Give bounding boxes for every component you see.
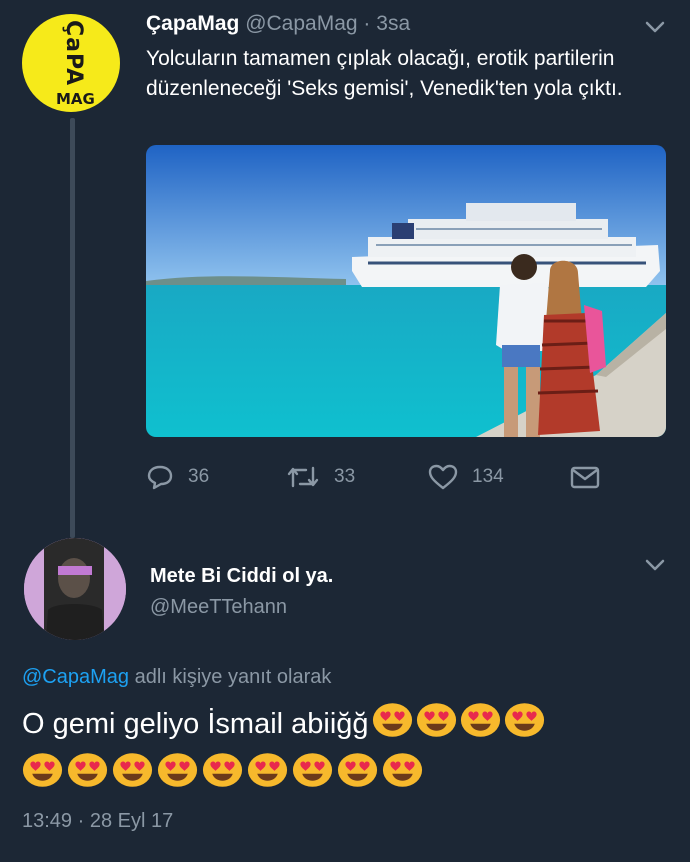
heart-eyes-emoji xyxy=(504,703,544,737)
heart-eyes-emoji xyxy=(372,703,412,737)
cruise-ship-photo xyxy=(146,145,666,437)
heart-eyes-emoji xyxy=(112,753,153,787)
reply-author-handle[interactable]: @MeeTTehann xyxy=(150,596,287,619)
avatar-logo-text: ÇaPA xyxy=(61,20,86,87)
tweet-media-image[interactable] xyxy=(146,145,666,437)
thread-connector-line xyxy=(70,118,75,538)
reply-icon xyxy=(147,465,173,490)
reply-text-content: O gemi geliyo İsmail abiiğğ xyxy=(22,707,369,740)
reply-timestamp[interactable]: 13:49 · 28 Eyl 17 xyxy=(22,810,173,833)
retweet-icon xyxy=(287,466,319,488)
inline-emoji-group xyxy=(369,702,545,746)
heart-eyes-emoji xyxy=(202,753,243,787)
heart-eyes-emoji xyxy=(247,753,288,787)
header-separator: · xyxy=(363,12,371,35)
chevron-down-icon[interactable] xyxy=(644,558,666,572)
like-action[interactable]: 134 xyxy=(428,462,504,492)
reply-count: 36 xyxy=(188,466,210,487)
tweet-header: ÇapaMag @CapaMag · 3sa xyxy=(146,12,410,36)
chevron-down-icon[interactable] xyxy=(644,20,666,34)
emoji-row xyxy=(22,752,423,788)
author-handle[interactable]: @CapaMag xyxy=(245,12,357,35)
heart-eyes-emoji xyxy=(292,753,333,787)
heart-eyes-emoji xyxy=(22,753,63,787)
avatar-photo xyxy=(24,538,126,640)
heart-eyes-emoji xyxy=(382,753,423,787)
reply-to-mention[interactable]: @CapaMag xyxy=(22,666,129,688)
heart-icon xyxy=(428,464,458,490)
heart-eyes-emoji xyxy=(67,753,108,787)
heart-eyes-emoji xyxy=(337,753,378,787)
replying-to: @CapaMag adlı kişiye yanıt olarak xyxy=(22,666,331,689)
direct-message-action[interactable] xyxy=(570,462,600,492)
tweet-text: Yolcuların tamamen çıplak olacağı, eroti… xyxy=(146,47,623,100)
capamag-avatar[interactable]: ÇaPA MAG xyxy=(22,14,120,112)
heart-eyes-emoji xyxy=(460,703,500,737)
retweet-action[interactable]: 33 xyxy=(286,462,355,492)
retweet-count: 33 xyxy=(334,466,356,487)
like-count: 134 xyxy=(472,466,504,487)
reply-author-avatar[interactable] xyxy=(24,538,126,640)
avatar-logo-subtext: MAG xyxy=(56,90,95,108)
author-name[interactable]: ÇapaMag xyxy=(146,12,239,35)
tweet-time[interactable]: 3sa xyxy=(376,12,410,35)
heart-eyes-emoji xyxy=(157,753,198,787)
reply-author-name[interactable]: Mete Bi Ciddi ol ya. xyxy=(150,565,333,588)
reply-text: O gemi geliyo İsmail abiiğğ xyxy=(22,702,545,746)
envelope-icon xyxy=(570,466,600,489)
reply-action[interactable]: 36 xyxy=(146,462,209,492)
reply-to-suffix: adlı kişiye yanıt olarak xyxy=(129,666,332,688)
heart-eyes-emoji xyxy=(416,703,456,737)
